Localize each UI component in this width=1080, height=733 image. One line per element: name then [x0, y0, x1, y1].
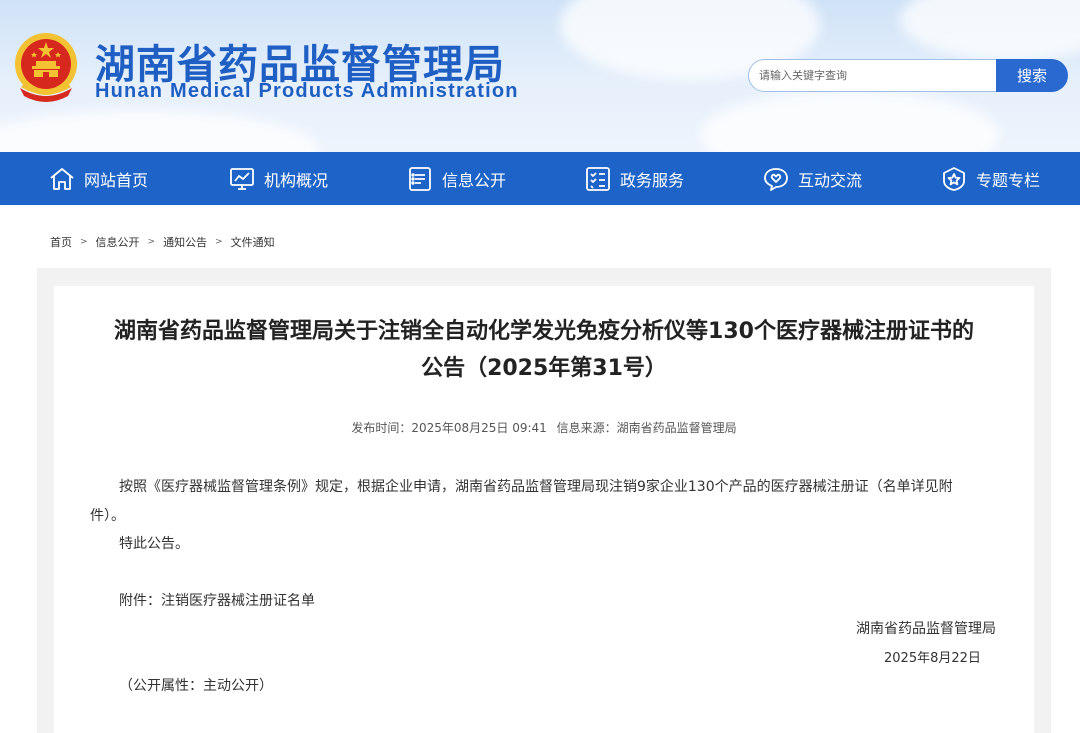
- article-title: 湖南省药品监督管理局关于注销全自动化学发光免疫分析仪等130个医疗器械注册证书的…: [58, 313, 1030, 387]
- article-paragraph: 特此公告。: [119, 536, 189, 552]
- breadcrumb: 首页 > 信息公开 > 通知公告 > 文件通知: [50, 234, 275, 250]
- signature-org: 湖南省药品监督管理局: [856, 621, 996, 637]
- breadcrumb-separator: >: [80, 237, 88, 247]
- nav-item-label: 专题专栏: [976, 170, 1041, 190]
- search-button[interactable]: 搜索: [996, 59, 1068, 92]
- search-box: [748, 59, 998, 92]
- article-title-line1: 湖南省药品监督管理局关于注销全自动化学发光免疫分析仪等130个医疗器械注册证书的: [114, 319, 974, 344]
- nav-item-gov-service[interactable]: 政务服务: [584, 152, 684, 205]
- nav-item-label: 政务服务: [620, 170, 685, 190]
- breadcrumb-separator: >: [215, 237, 223, 247]
- nav-item-about[interactable]: 机构概况: [228, 152, 328, 205]
- breadcrumb-item-info-public[interactable]: 信息公开: [96, 234, 140, 250]
- search-input[interactable]: [749, 60, 998, 91]
- nav-item-home[interactable]: 网站首页: [48, 152, 148, 205]
- info-source: 信息来源：湖南省药品监督管理局: [556, 421, 737, 435]
- public-attribute: （公开属性：主动公开）: [119, 678, 273, 694]
- article-title-line2: 公告（2025年第31号）: [421, 356, 667, 381]
- article-paragraph: 按照《医疗器械监督管理条例》规定，根据企业申请，湖南省药品监督管理局现注销9家企…: [90, 479, 953, 524]
- document-icon: [409, 166, 431, 191]
- checklist-icon: [586, 166, 610, 191]
- nav-item-label: 机构概况: [264, 170, 329, 190]
- badge-star-icon: [943, 166, 965, 191]
- chat-heart-icon: [764, 167, 788, 191]
- article-meta: 发布时间：2025年08月25日 09:41 信息来源：湖南省药品监督管理局: [54, 419, 1034, 436]
- nav-item-interaction[interactable]: 互动交流: [762, 152, 862, 205]
- breadcrumb-item-home[interactable]: 首页: [50, 234, 72, 250]
- nav-item-special-topics[interactable]: 专题专栏: [940, 152, 1040, 205]
- monitor-chart-icon: [230, 167, 254, 190]
- attachment-link[interactable]: 附件：注销医疗器械注册证名单: [119, 587, 315, 616]
- nav-item-info-public[interactable]: 信息公开: [406, 152, 506, 205]
- publish-time: 发布时间：2025年08月25日 09:41: [351, 421, 547, 435]
- site-title-en: Hunan Medical Products Administration: [95, 80, 519, 102]
- nav-item-label: 网站首页: [84, 170, 149, 190]
- nav-item-label: 互动交流: [798, 170, 863, 190]
- national-emblem-icon: [15, 33, 77, 102]
- breadcrumb-item-notices[interactable]: 通知公告: [163, 234, 207, 250]
- home-icon: [50, 167, 74, 190]
- nav-item-label: 信息公开: [442, 170, 507, 190]
- signature-date: 2025年8月22日: [884, 651, 981, 666]
- breadcrumb-item-file-notices[interactable]: 文件通知: [231, 234, 275, 250]
- breadcrumb-separator: >: [147, 237, 156, 247]
- main-nav: 网站首页 机构概况 信息公开 政务服务 互动交流 专题专栏: [0, 152, 1080, 205]
